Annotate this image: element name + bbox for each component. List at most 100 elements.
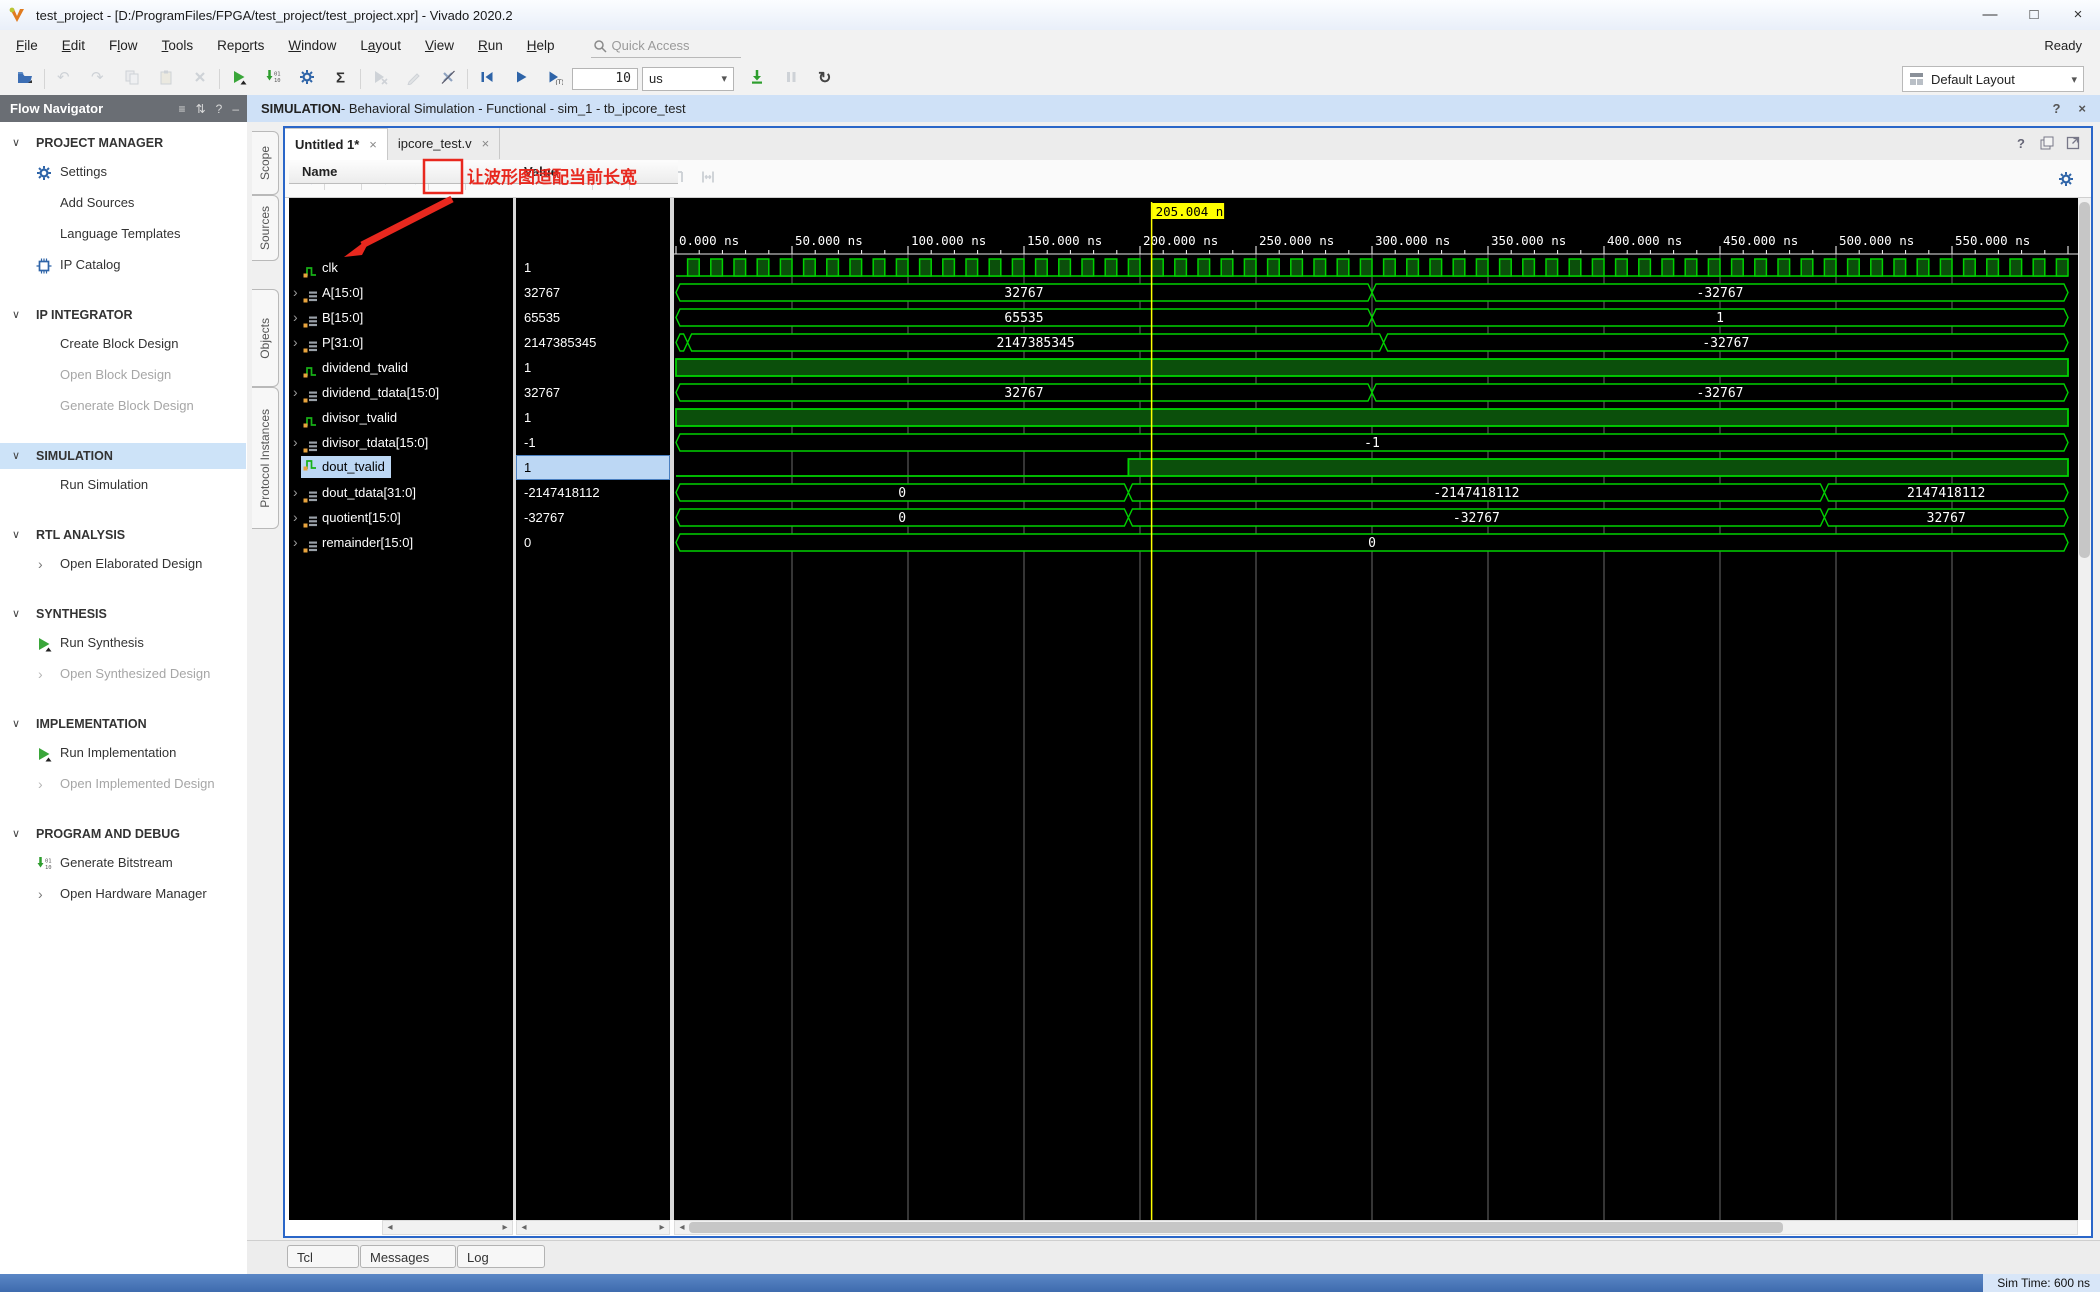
sidebar-section-program-and-debug[interactable]: ∨ PROGRAM AND DEBUG [0,821,247,847]
signal-row-quotient150[interactable]: › quotient[15:0] [289,505,513,530]
expand-icon[interactable]: › [293,280,298,305]
close-panel-icon[interactable]: × [2078,101,2086,116]
sidebar-item-open-elaborated-design[interactable]: › Open Elaborated Design [0,551,247,577]
console-tab-messages[interactable]: Messages [360,1245,456,1268]
run-all-button[interactable] [504,66,538,92]
signal-row-dividend_tvalid[interactable]: dividend_tvalid [289,355,513,380]
name-column-header[interactable]: Name [289,160,526,184]
signal-value-remainder150[interactable]: 0 [516,530,670,555]
menu-file[interactable]: File [4,30,50,62]
console-tab-tcl-console[interactable]: Tcl Console [287,1245,359,1288]
scroll-right-icon[interactable]: ▸ [655,1221,669,1234]
menu-reports[interactable]: Reports [205,30,276,62]
expand-icon[interactable]: › [293,330,298,355]
open-project-button[interactable] [8,66,42,92]
sidebar-item-settings[interactable]: Settings [0,159,247,185]
sidebar-item-ip-catalog[interactable]: IP Catalog [0,252,247,278]
relaunch-button[interactable]: ↻ [808,66,842,92]
menu-flow[interactable]: Flow [97,30,150,62]
scroll-left-icon[interactable]: ◂ [675,1221,689,1234]
signal-row-divisor_tdata150[interactable]: › divisor_tdata[15:0] [289,430,513,455]
scrollbar-thumb[interactable] [2079,202,2090,558]
generate-bitstream-button[interactable]: 01 10 [256,66,290,92]
name-column-hscrollbar[interactable]: ◂ ▸ [382,1220,513,1235]
quick-access-search[interactable]: Quick Access [590,35,741,58]
signal-value-dividend_tdata150[interactable]: 32767 [516,380,670,405]
side-tab-objects[interactable]: Objects [252,289,279,387]
sidebar-section-project-manager[interactable]: ∨ PROJECT MANAGER [0,130,247,156]
help-icon[interactable]: ? [2013,135,2029,154]
signal-row-b150[interactable]: › B[15:0] [289,305,513,330]
signal-row-dout_tdata310[interactable]: › dout_tdata[31:0] [289,480,513,505]
signal-value-dividend_tvalid[interactable]: 1 [516,355,670,380]
signal-row-dividend_tdata150[interactable]: › dividend_tdata[15:0] [289,380,513,405]
sidebar-section-synthesis[interactable]: ∨ SYNTHESIS [0,601,247,627]
close-tab-icon[interactable]: × [369,129,377,160]
signal-row-divisor_tvalid[interactable]: divisor_tvalid [289,405,513,430]
maximize-window-icon[interactable] [2065,135,2081,154]
menu-layout[interactable]: Layout [348,30,413,62]
sidebar-section-simulation[interactable]: ∨ SIMULATION [0,443,247,469]
step-button[interactable] [740,66,774,92]
close-tab-icon[interactable]: × [482,128,490,159]
menu-edit[interactable]: Edit [50,30,97,62]
side-tab-scope[interactable]: Scope [252,131,279,195]
signal-value-clk[interactable]: 1 [516,255,670,280]
sidebar-item-generate-bitstream[interactable]: 01 10 Generate Bitstream [0,850,247,876]
signal-value-divisor_tdata150[interactable]: -1 [516,430,670,455]
menu-tools[interactable]: Tools [150,30,206,62]
sidebar-section-rtl-analysis[interactable]: ∨ RTL ANALYSIS [0,522,247,548]
wave-settings-gear-button[interactable] [2051,166,2081,194]
minimize-panel-icon[interactable]: ‒ [232,102,239,116]
float-window-icon[interactable] [2039,135,2055,154]
signal-row-a150[interactable]: › A[15:0] [289,280,513,305]
signal-value-dout_tdata310[interactable]: -2147418112 [516,480,670,505]
chevron-right-icon[interactable]: › [38,661,43,687]
waveform-plot-area[interactable]: 0.000 ns 50.000 ns 100.000 ns 150.000 ns 200… [674,198,2078,1220]
signal-row-p310[interactable]: › P[31:0] [289,330,513,355]
close-button[interactable]: × [2056,0,2100,30]
scrollbar-thumb[interactable] [689,1222,1783,1233]
layout-selector[interactable]: Default Layout ▾ [1902,66,2084,92]
expand-icon[interactable]: › [293,380,298,405]
value-column-hscrollbar[interactable]: ◂ ▸ [516,1220,670,1235]
signal-value-divisor_tvalid[interactable]: 1 [516,405,670,430]
minimize-button[interactable]: — [1968,0,2012,30]
run-time-input[interactable]: 10 [572,67,638,90]
signal-row-clk[interactable]: clk [289,255,513,280]
expand-icon[interactable]: › [293,430,298,455]
sidebar-section-ip-integrator[interactable]: ∨ IP INTEGRATOR [0,302,247,328]
value-column-header[interactable]: Value [516,160,678,184]
run-for-time-button[interactable]: (T) [538,66,572,92]
signal-value-a150[interactable]: 32767 [516,280,670,305]
console-tab-log[interactable]: Log [457,1245,545,1268]
expand-all-icon[interactable]: ⇅ [196,102,206,116]
sidebar-item-language-templates[interactable]: Language Templates [0,221,247,247]
signal-value-quotient150[interactable]: -32767 [516,505,670,530]
sidebar-item-add-sources[interactable]: Add Sources [0,190,247,216]
side-tab-protocol-instances[interactable]: Protocol Instances [252,387,279,529]
vertical-scrollbar[interactable] [2078,198,2091,1220]
menu-run[interactable]: Run [466,30,515,62]
signal-row-dout_tvalid[interactable]: dout_tvalid [289,455,513,480]
help-icon[interactable]: ? [2052,101,2060,116]
sidebar-section-implementation[interactable]: ∨ IMPLEMENTATION [0,711,247,737]
chevron-right-icon[interactable]: › [38,881,43,907]
expand-icon[interactable]: › [293,480,298,505]
expand-icon[interactable]: › [293,305,298,330]
settings-gear-button[interactable] [290,66,324,92]
sidebar-item-run-implementation[interactable]: Run Implementation [0,740,247,766]
sidebar-item-open-hardware-manager[interactable]: › Open Hardware Manager [0,881,247,907]
signal-row-remainder150[interactable]: › remainder[15:0] [289,530,513,555]
expand-icon[interactable]: › [293,530,298,555]
menu-help[interactable]: Help [515,30,567,62]
help-icon[interactable]: ? [216,102,223,116]
waveform-svg[interactable]: 0.000 ns 50.000 ns 100.000 ns 150.000 ns 200… [674,198,2078,1220]
expand-icon[interactable]: › [293,505,298,530]
wave-tab-untitled-1-[interactable]: Untitled 1* × [285,128,388,160]
menu-window[interactable]: Window [276,30,348,62]
wave-tab-ipcore-test-v[interactable]: ipcore_test.v × [388,128,501,159]
scroll-left-icon[interactable]: ◂ [517,1221,531,1234]
wave-hscrollbar[interactable]: ◂ [674,1220,2078,1235]
sidebar-item-run-synthesis[interactable]: Run Synthesis [0,630,247,656]
